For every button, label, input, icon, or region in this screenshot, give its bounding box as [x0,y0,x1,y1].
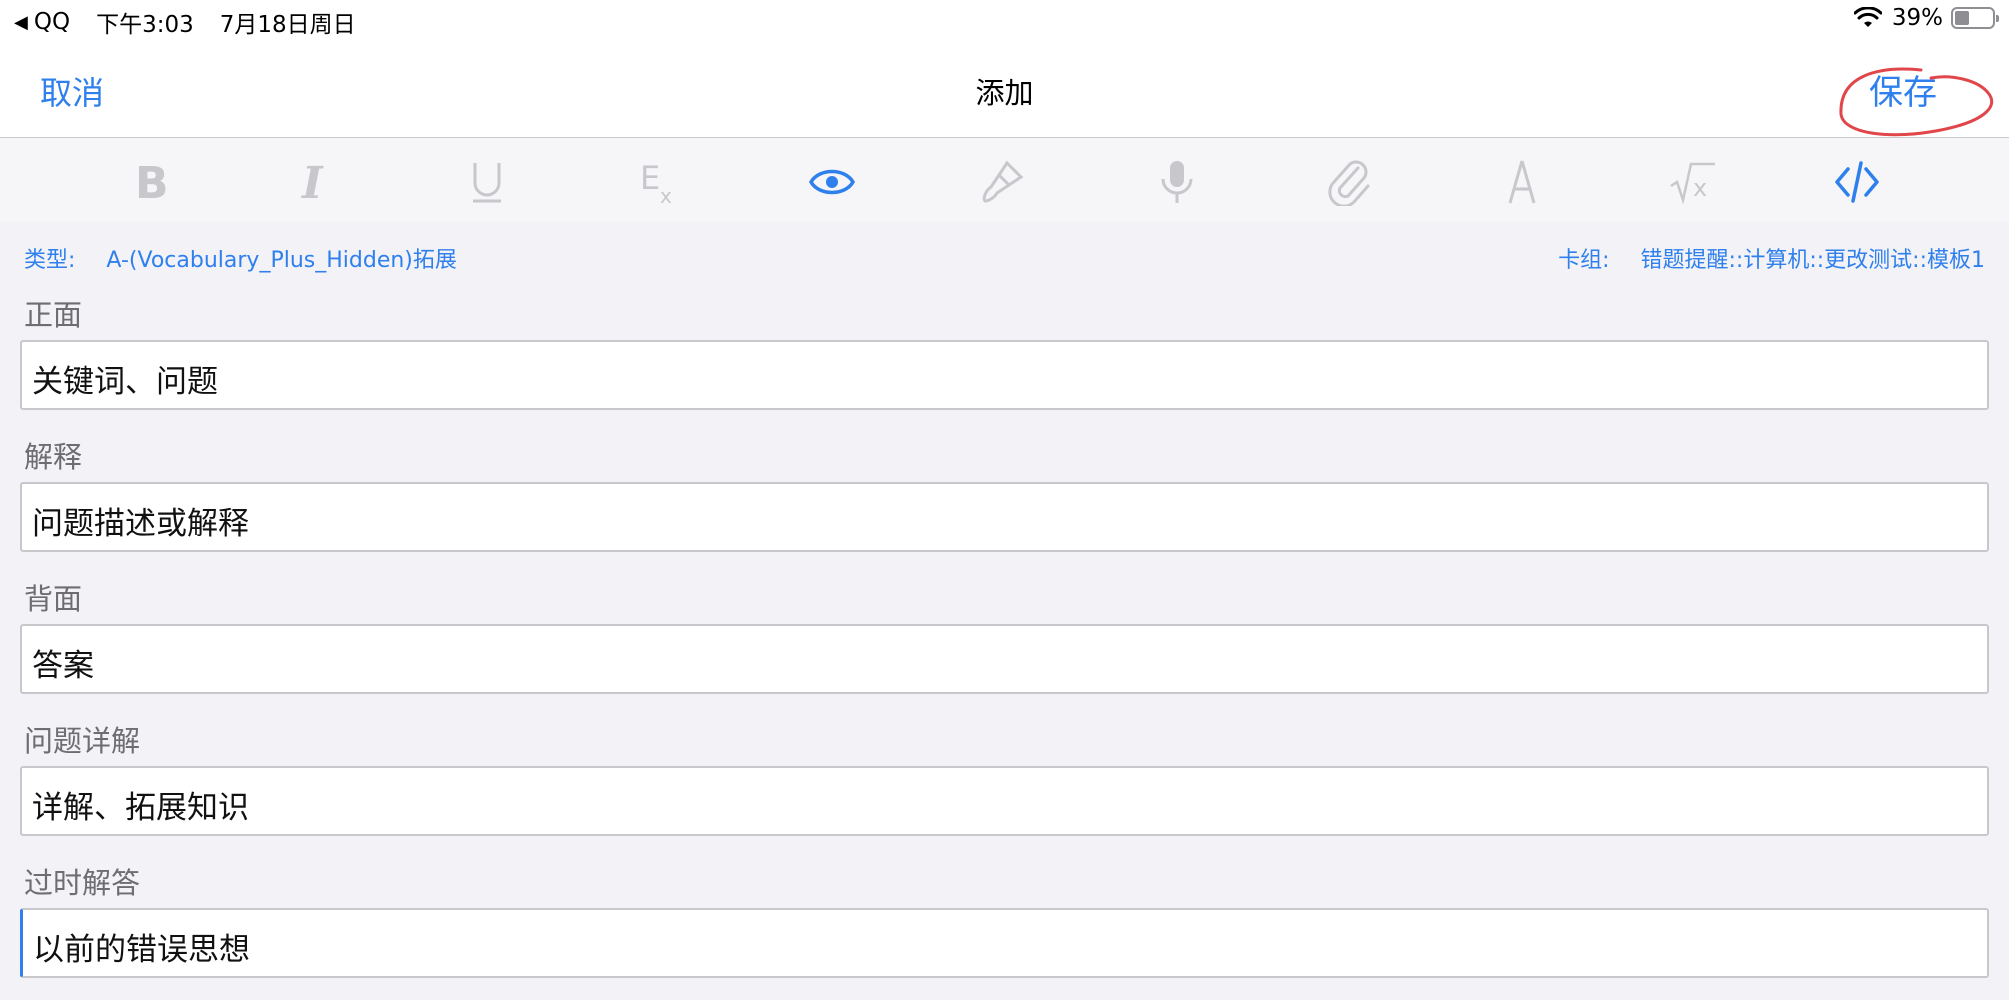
field-input-outdated[interactable]: 以前的错误思想 [20,908,1989,978]
field-input-detail[interactable]: 详解、拓展知识 [20,766,1989,836]
nav-bar: 取消 添加 保存 [0,40,2009,138]
note-type-label: 类型: [24,248,76,273]
status-date: 7月18日周日 [219,12,356,38]
back-arrow-icon[interactable]: ◀ [14,12,28,33]
page-title: 添加 [975,76,1034,110]
code-icon[interactable] [1829,154,1885,210]
field-label-back: 背面 [24,582,83,616]
battery-percent: 39% [1891,5,1943,31]
field-label-front: 正面 [24,298,83,332]
deck-selector[interactable]: 卡组: 错题提醒::计算机::更改测试::模板1 [1558,242,1985,274]
field-input-front[interactable]: 关键词、问题 [20,340,1989,410]
bold-icon[interactable]: B [125,154,181,210]
card-meta-row: 类型: A-(Vocabulary_Plus_Hidden)拓展 卡组: 错题提… [0,238,2009,274]
back-app-label[interactable]: QQ [34,9,70,35]
annotation-circle [1839,67,1994,137]
svg-text:I: I [300,160,324,204]
field-label-outdated: 过时解答 [24,866,141,900]
deck-label: 卡组: [1558,248,1610,273]
deck-value[interactable]: 错题提醒::计算机::更改测试::模板1 [1641,248,1985,273]
status-left: ◀ QQ 下午3:03 7月18日周日 [14,5,382,39]
status-right: 39% [1853,5,1999,31]
note-type[interactable]: 类型: A-(Vocabulary_Plus_Hidden)拓展 [24,242,457,274]
field-label-explanation: 解释 [24,440,83,474]
microphone-icon[interactable] [1149,154,1205,210]
pen-icon[interactable] [1494,154,1550,210]
formatting-toolbar: B I E x x [0,138,2009,222]
clear-format-icon[interactable]: E x [632,154,688,210]
note-type-value[interactable]: A-(Vocabulary_Plus_Hidden)拓展 [106,248,456,273]
paint-brush-icon[interactable] [974,154,1030,210]
battery-icon [1951,7,1999,29]
svg-text:E: E [640,159,660,197]
field-input-explanation[interactable]: 问题描述或解释 [20,482,1989,552]
svg-text:x: x [660,184,672,205]
paperclip-icon[interactable] [1322,154,1378,210]
svg-text:x: x [1693,174,1707,202]
math-sqrt-icon[interactable]: x [1665,154,1721,210]
status-time: 下午3:03 [96,12,194,38]
field-input-back[interactable]: 答案 [20,624,1989,694]
field-label-detail: 问题详解 [24,724,141,758]
status-bar: ◀ QQ 下午3:03 7月18日周日 39% [0,0,2009,40]
wifi-icon [1853,7,1882,27]
italic-icon[interactable]: I [286,154,342,210]
underline-icon[interactable] [459,154,515,210]
eye-icon[interactable] [804,154,860,210]
svg-text:B: B [135,160,169,204]
